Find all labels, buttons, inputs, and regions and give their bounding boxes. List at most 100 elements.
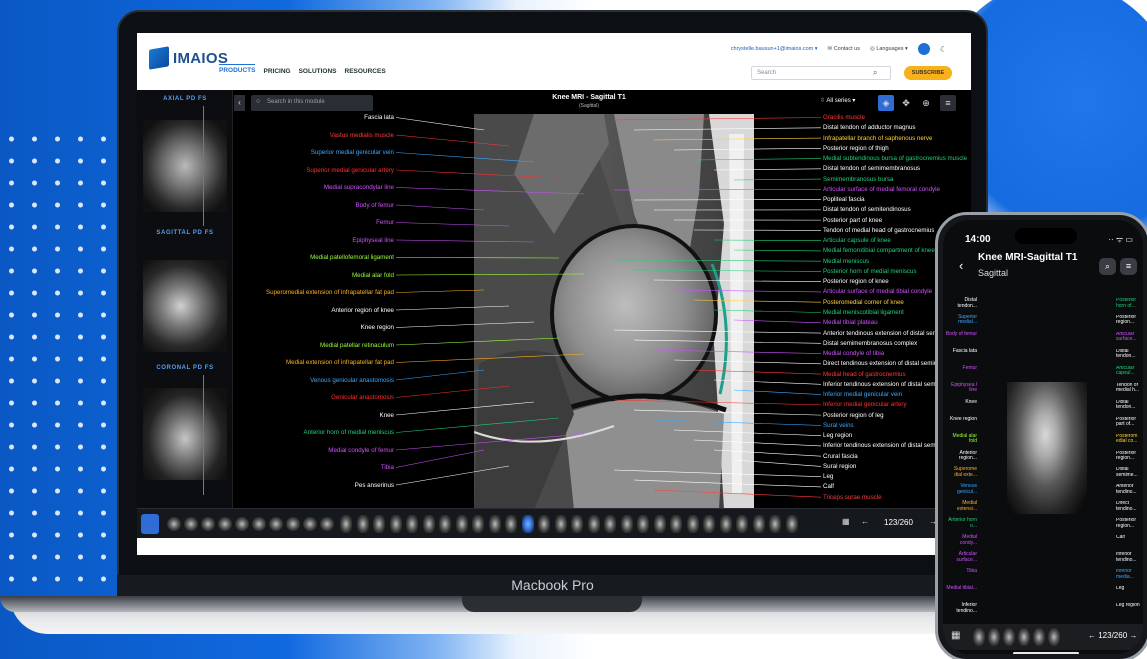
user-avatar[interactable] (917, 43, 930, 55)
menu-icon[interactable]: ≡ (940, 95, 956, 111)
anatomy-label-right[interactable]: Distal semimembranosus complex (823, 340, 917, 347)
anatomy-label-left[interactable]: Medial condyle of femur (328, 447, 394, 454)
phone-label-left[interactable]: Medial tibial... (945, 586, 977, 592)
phone-label-left[interactable]: Femur (945, 365, 977, 372)
anatomy-label-right[interactable]: Inferior medial genicular vein (823, 391, 902, 398)
contact-link[interactable]: ✉ Contact us (828, 46, 860, 52)
anatomy-label-left[interactable]: Vastus medialis muscle (330, 132, 394, 139)
phone-grid-icon[interactable]: ▦ (951, 630, 960, 641)
phone-label-right[interactable]: Posterior horn of... (1116, 298, 1143, 309)
phone-label-left[interactable]: Medial alar fold (945, 433, 977, 445)
phone-slice-thumbnail[interactable] (1048, 628, 1060, 646)
slice-thumbnail[interactable] (455, 515, 468, 533)
subscribe-button[interactable]: SUBSCRIBE (904, 66, 952, 80)
slice-thumbnail[interactable] (269, 517, 283, 531)
anatomy-label-right[interactable]: Distal tendon of adductor magnus (823, 124, 916, 131)
phone-label-right[interactable]: Leg (1116, 586, 1143, 592)
phone-label-right[interactable]: Posterior part of... (1116, 417, 1143, 428)
phone-label-left[interactable]: Medial extensi... (945, 501, 977, 512)
anatomy-label-left[interactable]: Body of femur (355, 202, 394, 209)
search-icon[interactable]: ⌕ (873, 68, 877, 78)
anatomy-label-right[interactable]: Posterior region of knee (823, 278, 889, 285)
anatomy-label-right[interactable]: Medial subtendinous bursa of gastrocnemi… (823, 155, 967, 162)
phone-label-left[interactable]: Inferior tendino... (945, 602, 977, 614)
anatomy-label-right[interactable]: Posterior part of knee (823, 217, 882, 224)
slice-thumbnail[interactable] (571, 515, 583, 533)
slice-thumbnail[interactable] (736, 515, 748, 533)
anatomy-label-right[interactable]: Medial meniscotibial ligament (823, 309, 904, 316)
series-thumb-axial[interactable] (143, 120, 227, 212)
mri-image[interactable] (474, 114, 754, 510)
slice-thumbnail[interactable] (201, 517, 215, 531)
slice-thumbnail[interactable] (389, 515, 402, 533)
phone-label-right[interactable]: Leg region (1116, 603, 1143, 609)
anatomy-label-left[interactable]: Superior medial genicular artery (306, 167, 394, 174)
anatomy-label-right[interactable]: Medial tibial plateau (823, 319, 878, 326)
anatomy-label-right[interactable]: Medial head of gastrocnemius (823, 371, 906, 378)
slice-thumbnail[interactable] (505, 515, 517, 533)
logo[interactable]: IMAIOS (149, 46, 228, 70)
slice-thumbnail[interactable] (184, 517, 198, 531)
phone-label-left[interactable]: Anterior region... (945, 450, 977, 462)
anatomy-label-right[interactable]: Medial femorotibial compartment of knee … (823, 247, 948, 254)
phone-mri-image[interactable] (1007, 382, 1087, 514)
prev-slice-button[interactable]: ← (861, 517, 869, 526)
phone-label-left[interactable]: Fascia lata (945, 348, 977, 355)
slice-thumbnail[interactable] (637, 515, 649, 533)
slice-thumbnail[interactable] (303, 517, 317, 531)
anatomy-label-left[interactable]: Fascia lata (364, 114, 394, 121)
anatomy-label-right[interactable]: Calf (823, 483, 834, 490)
anatomy-label-right[interactable]: Distal tendon of semitendinosus (823, 206, 911, 213)
phone-label-right[interactable]: Anterior tendino... (1116, 484, 1143, 495)
phone-menu-icon[interactable]: ≡ (1120, 258, 1137, 275)
anatomy-label-right[interactable]: Articular surface of medial tibial condy… (823, 288, 932, 295)
series-thumb-coronal[interactable] (143, 388, 227, 480)
slice-thumbnail[interactable] (769, 515, 781, 533)
anatomy-label-right[interactable]: Posterior region of thigh (823, 145, 889, 152)
anatomy-label-left[interactable]: Venous genicular anastomosis (310, 377, 394, 384)
series-selector[interactable]: ⇳ All series ▾ (820, 97, 855, 104)
phone-slice-thumbnail[interactable] (1033, 628, 1045, 646)
anatomy-label-right[interactable]: Leg (823, 473, 833, 480)
anatomy-label-right[interactable]: Sural veins (823, 422, 854, 429)
phone-label-left[interactable]: Anterior horn o... (945, 518, 977, 529)
anatomy-label-left[interactable]: Genicular anastomosis (331, 394, 394, 401)
anatomy-label-left[interactable]: Anterior horn of medial meniscus (304, 429, 394, 436)
phone-label-right[interactable]: Calf (1116, 535, 1143, 541)
phone-slice-thumbnail[interactable] (973, 628, 985, 646)
phone-label-left[interactable]: Medial condy... (945, 535, 977, 546)
language-menu[interactable]: ◎ Languages ▾ (870, 46, 908, 52)
anatomy-label-right[interactable]: Medial meniscus (823, 258, 869, 265)
slice-thumbnail[interactable] (521, 515, 534, 533)
slice-thumbnail[interactable] (167, 517, 181, 531)
anatomy-label-right[interactable]: Sural region (823, 463, 856, 470)
slice-thumbnail[interactable] (356, 515, 369, 533)
anatomy-label-right[interactable]: Inferior medial genicular artery (823, 401, 907, 408)
anatomy-label-right[interactable]: Posterior horn of medial meniscus (823, 268, 917, 275)
anatomy-label-left[interactable]: Pes anserinus (355, 482, 394, 489)
slice-thumbnail[interactable] (472, 515, 484, 533)
slice-thumbnail[interactable] (218, 517, 232, 531)
nav-pricing[interactable]: PRICING (263, 68, 290, 75)
theme-toggle-icon[interactable]: ☾ (940, 45, 947, 54)
slice-thumbnail[interactable] (340, 515, 352, 533)
phone-label-left[interactable]: Articular surface... (945, 551, 977, 563)
slice-thumbnail[interactable] (488, 515, 501, 533)
phone-label-left[interactable]: Distal tendon... (945, 297, 977, 309)
anatomy-label-right[interactable]: Leg region (823, 432, 852, 439)
anatomy-label-right[interactable]: Posteromedial corner of knee (823, 299, 904, 306)
anatomy-label-left[interactable]: Superomedial extension of infrapatellar … (266, 289, 394, 296)
slice-thumbnail[interactable] (235, 517, 249, 531)
anatomy-label-right[interactable]: Gracilis muscle (823, 114, 865, 121)
phone-label-left[interactable]: Superior medial... (945, 314, 977, 326)
phone-slice-thumbnail[interactable] (988, 628, 1000, 646)
phone-label-right[interactable]: Articular surface... (1116, 332, 1143, 343)
anatomy-label-left[interactable]: Medial extension of infrapatellar fat pa… (286, 359, 394, 366)
slice-thumbnail[interactable] (670, 515, 682, 533)
slice-thumbnail[interactable] (320, 517, 334, 531)
phone-label-right[interactable]: Distal tendon... (1116, 349, 1143, 360)
phone-label-left[interactable]: Superome dial exte... (945, 467, 977, 478)
site-search-input[interactable]: Search (751, 66, 891, 80)
nav-products[interactable]: PRODUCTS (219, 64, 256, 75)
phone-label-right[interactable]: Posterior region... (1116, 315, 1143, 326)
